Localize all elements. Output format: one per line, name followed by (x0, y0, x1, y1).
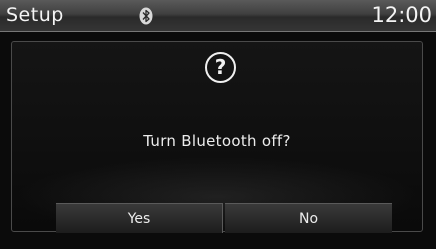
setup-screen: Setup 12:00 ? Turn Bluetooth off? Yes No (0, 0, 436, 249)
status-bar: Setup 12:00 (0, 0, 436, 32)
question-mark-icon: ? (205, 52, 236, 83)
yes-button[interactable]: Yes (56, 203, 223, 233)
bluetooth-icon (139, 7, 153, 25)
clock: 12:00 (371, 3, 432, 27)
confirm-dialog: ? Turn Bluetooth off? Yes No (11, 41, 423, 233)
dialog-message: Turn Bluetooth off? (143, 132, 291, 150)
no-button[interactable]: No (225, 203, 392, 233)
screen-title: Setup (6, 4, 64, 26)
